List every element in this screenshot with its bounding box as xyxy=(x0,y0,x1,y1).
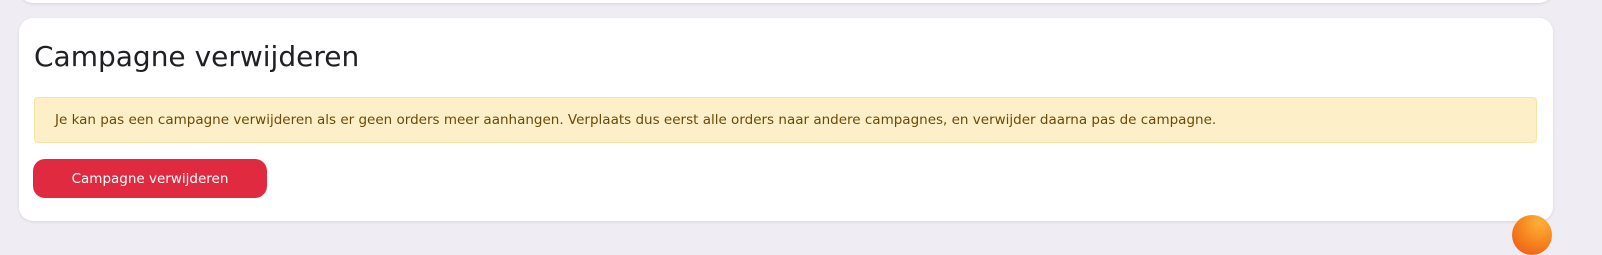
warning-text: Je kan pas een campagne verwijderen als … xyxy=(55,112,1217,128)
delete-campaign-card: Campagne verwijderen Je kan pas een camp… xyxy=(19,18,1553,221)
delete-campaign-button[interactable]: Campagne verwijderen xyxy=(33,159,267,198)
page-title: Campagne verwijderen xyxy=(34,40,360,73)
orange-circle-icon[interactable] xyxy=(1512,215,1552,255)
warning-alert: Je kan pas een campagne verwijderen als … xyxy=(34,97,1537,143)
previous-card xyxy=(19,0,1553,3)
